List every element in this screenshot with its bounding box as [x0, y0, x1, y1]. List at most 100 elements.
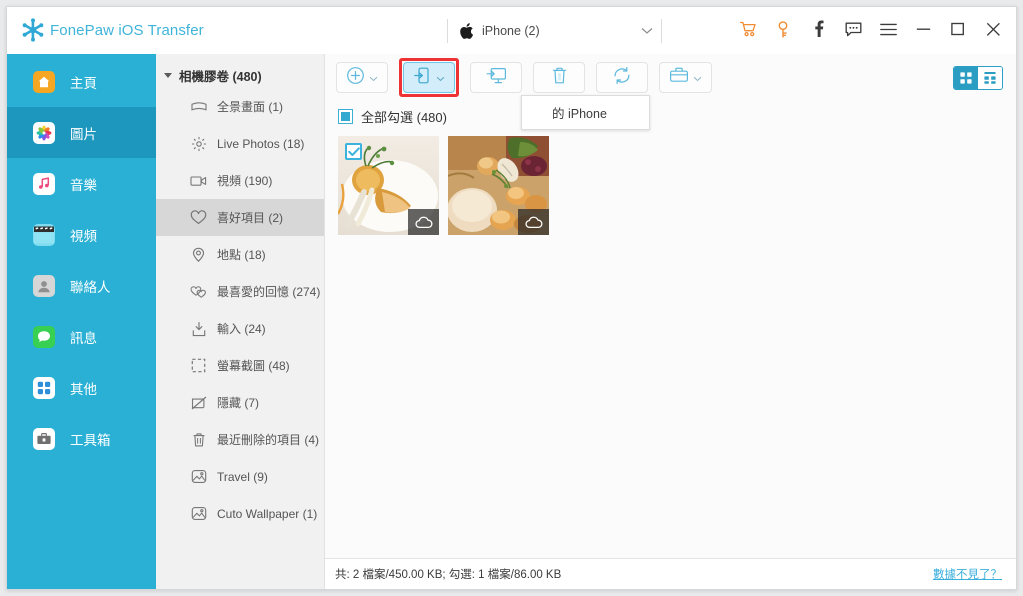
select-all-checkbox[interactable] — [338, 108, 353, 124]
cart-icon[interactable] — [739, 19, 757, 39]
chevron-down-icon — [641, 22, 653, 40]
maximize-icon[interactable] — [949, 19, 967, 39]
phone-export-icon — [413, 66, 432, 90]
sidebar-item-label: 主頁 — [70, 75, 97, 91]
sidebar-item-contacts[interactable]: 聯絡人 — [7, 260, 156, 311]
delete-button[interactable] — [533, 62, 585, 93]
photo-thumbnail-1[interactable] — [338, 136, 439, 235]
sidebar-item-label: 音樂 — [70, 177, 97, 193]
sidebar-item-label: 圖片 — [70, 126, 97, 142]
trash-icon — [190, 431, 207, 448]
tree-item-label: 地點 (18) — [217, 248, 266, 262]
trash-icon — [551, 66, 568, 90]
screenshot-root: FonePaw iOS Transfer iPhone (2) 主頁 圖片 音樂… — [0, 0, 1023, 596]
toolkit-icon — [669, 66, 689, 89]
select-all-label: 全部勾選 (480) — [361, 109, 447, 125]
tree-item-label: 隱藏 (7) — [217, 396, 260, 410]
video-camera-icon — [190, 172, 207, 189]
content-panel: 全部勾選 (480) 共: 2 檔案/450.00 KB; 勾選: 1 檔案/8… — [325, 54, 1016, 589]
apple-logo-icon — [460, 23, 473, 39]
application-window: FonePaw iOS Transfer iPhone (2) 主頁 圖片 音樂… — [6, 6, 1017, 590]
toolbox-button[interactable] — [659, 62, 712, 93]
sidebar-item-home[interactable]: 主頁 — [7, 56, 156, 107]
checkbox-fill — [341, 111, 350, 121]
tree-item-video[interactable]: 視頻 (190) — [156, 162, 324, 199]
tree-item-favorite-memories[interactable]: 最喜愛的回憶 (274) — [156, 273, 324, 310]
tree-item-label: 全景畫面 (1) — [217, 100, 284, 114]
photo-thumbnail-2[interactable] — [448, 136, 549, 235]
key-icon[interactable] — [774, 19, 792, 39]
panorama-icon — [190, 98, 207, 115]
import-icon — [190, 320, 207, 337]
tree-item-label: 視頻 (190) — [217, 174, 273, 188]
tree-item-imported[interactable]: 輸入 (24) — [156, 310, 324, 347]
music-icon — [33, 172, 55, 195]
tree-item-recently-deleted[interactable]: 最近刪除的項目 (4) — [156, 421, 324, 458]
thumbnail-grid — [325, 131, 1016, 558]
thumbnail-checkbox[interactable] — [345, 143, 362, 160]
sidebar-item-photos[interactable]: 圖片 — [7, 107, 156, 158]
chevron-down-icon — [436, 69, 445, 87]
list-view-button[interactable] — [978, 66, 1002, 89]
grid-view-button[interactable] — [954, 66, 978, 89]
photos-icon — [33, 121, 55, 144]
chevron-down-icon — [164, 72, 172, 78]
album-tree-header[interactable]: 相機膠卷 (480) — [156, 62, 324, 88]
sidebar-item-video[interactable]: 視頻 — [7, 209, 156, 260]
facebook-icon[interactable] — [809, 19, 827, 39]
refresh-icon — [612, 66, 632, 90]
window-tools — [739, 19, 1002, 39]
sidebar-item-label: 視頻 — [70, 228, 97, 244]
sidebar-item-label: 訊息 — [70, 330, 97, 346]
status-bar: 共: 2 檔案/450.00 KB; 勾選: 1 檔案/86.00 KB 數據不… — [325, 558, 1016, 589]
hidden-eye-icon — [190, 394, 207, 411]
view-toggle — [953, 65, 1003, 90]
tree-item-label: 最喜愛的回憶 (274) — [217, 285, 321, 299]
tree-item-label: 輸入 (24) — [217, 322, 266, 336]
tree-item-cuto-wallpaper[interactable]: Cuto Wallpaper (1) — [156, 495, 324, 532]
feedback-icon[interactable] — [844, 19, 862, 39]
menu-icon[interactable] — [879, 19, 897, 39]
sidebar-item-toolbox[interactable]: 工具箱 — [7, 413, 156, 464]
sidebar-item-label: 其他 — [70, 381, 97, 397]
album-tree: 相機膠卷 (480) 全景畫面 (1) Live Photos (18) 視頻 … — [156, 54, 325, 589]
tree-item-label: Live Photos (18) — [217, 136, 305, 151]
chevron-down-icon — [693, 69, 702, 87]
sidebar-item-label: 聯絡人 — [70, 279, 111, 295]
toolbox-icon — [33, 427, 55, 450]
sidebar-item-music[interactable]: 音樂 — [7, 158, 156, 209]
export-to-device-button[interactable] — [403, 62, 455, 93]
tree-item-favorites[interactable]: 喜好項目 (2) — [156, 199, 324, 236]
double-heart-icon — [190, 283, 207, 300]
select-all-row: 全部勾選 (480) — [325, 101, 1016, 131]
refresh-button[interactable] — [596, 62, 648, 93]
minimize-icon[interactable] — [914, 19, 932, 39]
contacts-icon — [33, 274, 55, 297]
tree-item-label: 喜好項目 (2) — [217, 211, 284, 225]
tree-item-panorama[interactable]: 全景畫面 (1) — [156, 88, 324, 125]
title-bar: FonePaw iOS Transfer iPhone (2) — [7, 7, 1016, 54]
tree-item-travel[interactable]: Travel (9) — [156, 458, 324, 495]
tree-item-places[interactable]: 地點 (18) — [156, 236, 324, 273]
export-to-pc-button[interactable] — [470, 62, 522, 93]
tree-item-live-photos[interactable]: Live Photos (18) — [156, 125, 324, 162]
add-button[interactable] — [336, 62, 388, 93]
tree-item-label: 螢幕截圖 (48) — [217, 359, 290, 373]
device-dropdown-item[interactable]: 的 iPhone — [552, 103, 607, 122]
close-icon[interactable] — [984, 19, 1002, 39]
chevron-down-icon — [369, 69, 378, 87]
album-tree-header-label: 相機膠卷 (480) — [179, 69, 262, 84]
device-selector[interactable]: iPhone (2) — [447, 19, 662, 43]
tree-item-screenshots[interactable]: 螢幕截圖 (48) — [156, 347, 324, 384]
tree-item-label: Travel (9) — [217, 469, 268, 484]
messages-icon — [33, 325, 55, 348]
data-missing-link[interactable]: 數據不見了？ — [933, 566, 1002, 582]
icloud-badge-icon — [408, 209, 439, 235]
sidebar-item-messages[interactable]: 訊息 — [7, 311, 156, 362]
other-icon — [33, 376, 55, 399]
device-dropdown-popup[interactable]: 的 iPhone — [521, 95, 650, 130]
live-photo-icon — [190, 135, 207, 152]
album-icon — [190, 468, 207, 485]
sidebar-item-other[interactable]: 其他 — [7, 362, 156, 413]
tree-item-hidden[interactable]: 隱藏 (7) — [156, 384, 324, 421]
